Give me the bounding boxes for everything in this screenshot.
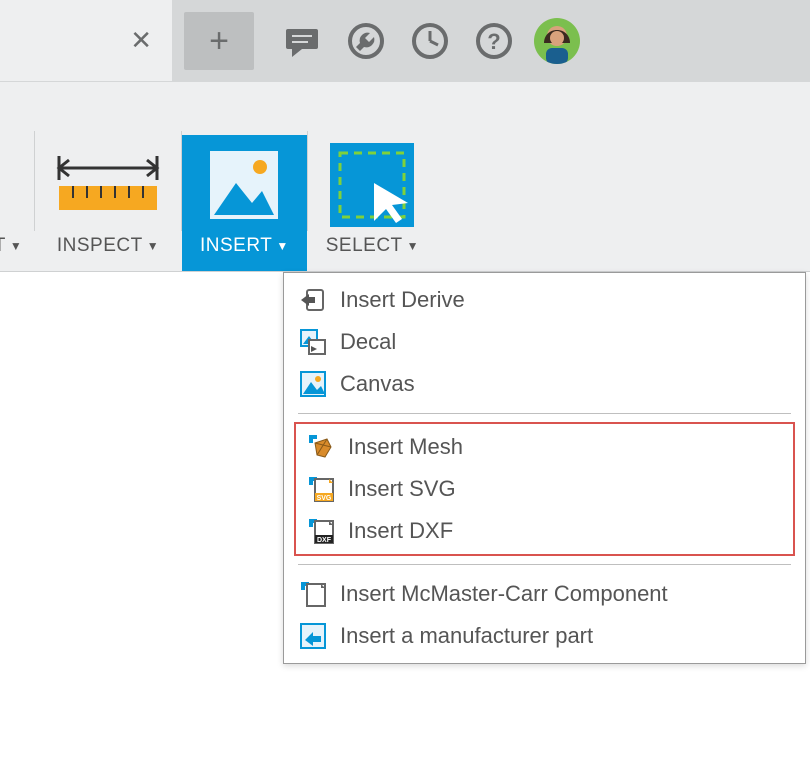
menu-label: Insert SVG xyxy=(348,476,456,502)
menu-insert-derive[interactable]: Insert Derive xyxy=(288,279,801,321)
image-icon xyxy=(204,135,284,235)
menu-decal[interactable]: Decal xyxy=(288,321,801,363)
manufacturer-icon xyxy=(298,621,328,651)
toolbar-label: T xyxy=(0,235,6,257)
toolbar-label: INSERT xyxy=(200,235,272,257)
toolbar: T▼ INSPECT ▼ xyxy=(0,82,810,272)
menu-insert-svg[interactable]: SVG Insert SVG xyxy=(296,468,793,510)
titlebar: ✕ + ? xyxy=(0,0,810,82)
plus-icon: + xyxy=(209,22,229,61)
menu-label: Decal xyxy=(340,329,396,355)
menu-insert-mcmaster[interactable]: Insert McMaster-Carr Component xyxy=(288,573,801,615)
mcmaster-icon xyxy=(298,579,328,609)
toolbar-inspect[interactable]: INSPECT ▼ xyxy=(35,135,181,271)
caret-icon: ▼ xyxy=(147,239,159,253)
comment-icon[interactable] xyxy=(282,21,322,61)
menu-insert-dxf[interactable]: DXF Insert DXF xyxy=(296,510,793,552)
canvas-icon xyxy=(298,369,328,399)
help-icon[interactable]: ? xyxy=(474,21,514,61)
toolbar-select[interactable]: SELECT ▼ xyxy=(308,135,437,271)
user-avatar[interactable] xyxy=(534,18,580,64)
menu-label: Canvas xyxy=(340,371,415,397)
menu-canvas[interactable]: Canvas xyxy=(288,363,801,405)
menu-separator xyxy=(298,413,791,414)
titlebar-icons: ? xyxy=(282,21,514,61)
toolbar-label: INSPECT xyxy=(57,235,143,257)
select-icon xyxy=(330,135,414,235)
menu-label: Insert DXF xyxy=(348,518,453,544)
menu-separator xyxy=(298,564,791,565)
svg-file-icon: SVG xyxy=(306,474,336,504)
wrench-icon[interactable] xyxy=(346,21,386,61)
caret-icon: ▼ xyxy=(10,239,22,253)
decal-icon xyxy=(298,327,328,357)
menu-label: Insert McMaster-Carr Component xyxy=(340,581,668,607)
mesh-icon xyxy=(306,432,336,462)
menu-label: Insert Derive xyxy=(340,287,465,313)
menu-label: Insert a manufacturer part xyxy=(340,623,593,649)
clock-icon[interactable] xyxy=(410,21,450,61)
close-tab-icon[interactable]: ✕ xyxy=(130,25,152,56)
menu-insert-mesh[interactable]: Insert Mesh xyxy=(296,426,793,468)
svg-text:DXF: DXF xyxy=(317,537,332,544)
menu-label: Insert Mesh xyxy=(348,434,463,460)
toolbar-label: SELECT xyxy=(326,235,403,257)
ruler-icon xyxy=(53,135,163,235)
svg-text:SVG: SVG xyxy=(317,495,332,502)
menu-insert-manufacturer[interactable]: Insert a manufacturer part xyxy=(288,615,801,657)
derive-icon xyxy=(298,285,328,315)
svg-text:?: ? xyxy=(487,29,500,54)
caret-icon: ▼ xyxy=(276,239,288,253)
caret-icon: ▼ xyxy=(407,239,419,253)
active-tab[interactable]: ✕ xyxy=(0,0,172,82)
toolbar-item-truncated[interactable]: T▼ xyxy=(0,135,34,271)
dxf-file-icon: DXF xyxy=(306,516,336,546)
new-tab-button[interactable]: + xyxy=(184,12,254,70)
highlighted-group: Insert Mesh SVG Insert SVG DXF Insert DX… xyxy=(294,422,795,556)
insert-dropdown: Insert Derive Decal Canvas Insert Mesh S… xyxy=(283,272,806,664)
toolbar-insert[interactable]: INSERT ▼ xyxy=(182,135,307,271)
